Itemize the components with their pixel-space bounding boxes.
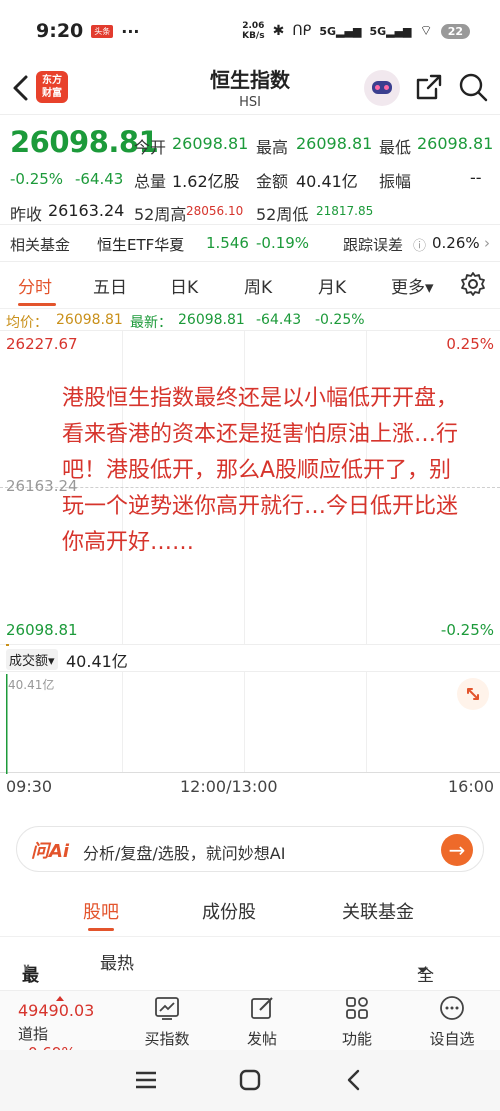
volume-chart: 40.41亿: [0, 671, 500, 774]
related-fund-bar[interactable]: 相关基金 恒生ETF华夏 1.546 -0.19% 跟踪误差 ⓘ 0.26% ›: [0, 224, 500, 262]
ai-submit-button[interactable]: →: [441, 834, 473, 866]
signal-icon: 5G▂▄▆: [319, 24, 362, 38]
latest-price-label: 最新：: [130, 315, 172, 331]
ai-prompt-text: 分析/复盘/选股，就问妙想AI: [83, 844, 286, 863]
volume-bars: [6, 674, 8, 774]
related-fund-label: 相关基金: [10, 236, 71, 254]
volume-bar: [6, 674, 8, 774]
latest-change-value: -64.43: [256, 312, 302, 328]
bluetooth-icon: ✱: [272, 23, 285, 39]
tracking-error-label: 跟踪误差: [343, 236, 404, 254]
ai-logo: 问Ai: [31, 841, 70, 862]
bottom-toolbar: 49490.03 道指 0.69% 买指数 发帖 功能 设自选: [0, 990, 500, 1062]
sort-hot[interactable]: 最热: [100, 949, 134, 974]
tab-related-funds[interactable]: 关联基金: [342, 898, 414, 924]
expand-icon[interactable]: [457, 678, 489, 710]
chart-icon: [155, 997, 179, 1020]
week52-high-value: 28056.10: [186, 204, 244, 218]
tab-daily-k[interactable]: 日K: [170, 273, 198, 298]
change-amount: -64.43: [75, 170, 124, 188]
intraday-legend: 均价： 26098.81 最新： 26098.81 -64.43 -0.25%: [0, 308, 500, 331]
fund-price: 1.546: [206, 234, 249, 252]
notification-badge: 头条: [91, 24, 114, 38]
amount-value: 40.41亿: [296, 172, 358, 191]
status-bar: 9:20 头条 ··· 2.06 KB/s ✱ ᑎᑭ 5G▂▄▆ 5G▂▄▆ ⌔…: [0, 0, 500, 62]
buy-index-button[interactable]: 买指数: [127, 995, 207, 1049]
battery-icon: 22: [440, 23, 470, 39]
change-percent: -0.25%: [10, 170, 64, 188]
tab-five-day[interactable]: 五日: [93, 273, 127, 298]
volume-value: 40.41亿: [66, 652, 128, 671]
user-annotation-text: 港股恒生指数最终还是以小幅低开开盘，看来香港的资本还是挺害怕原油上涨…行吧！港股…: [62, 386, 459, 555]
high-label: 最高: [256, 138, 289, 157]
signal-icon-2: 5G▂▄▆: [369, 24, 412, 38]
low-label: 最低: [379, 138, 412, 157]
active-tab-indicator: [18, 303, 56, 306]
tab-monthly-k[interactable]: 月K: [318, 273, 346, 298]
time-start-label: 09:30: [6, 777, 53, 796]
intraday-chart[interactable]: 26227.67 0.25% 26163.24 26098.81 -0.25% …: [0, 330, 500, 646]
fund-change: -0.19%: [256, 234, 310, 252]
volume-value: 1.62亿股: [172, 172, 240, 191]
functions-button[interactable]: 功能: [317, 995, 397, 1049]
gear-icon[interactable]: [460, 271, 486, 297]
open-value: 26098.81: [172, 134, 249, 153]
more-notifications-icon: ···: [121, 21, 140, 41]
prev-close-value: 26163.24: [48, 201, 125, 220]
earbuds-icon: ᑎᑭ: [292, 23, 312, 39]
title-bar: 东方 财富 恒生指数 HSI: [0, 62, 500, 114]
net-speed: 2.06 KB/s: [242, 21, 265, 41]
chevron-right-icon: ›: [484, 234, 490, 252]
time-end-label: 16:00: [448, 777, 495, 796]
home-icon[interactable]: [239, 1069, 261, 1091]
add-watchlist-button[interactable]: 设自选: [412, 995, 492, 1049]
search-icon[interactable]: [458, 72, 488, 102]
tab-constituents[interactable]: 成份股: [202, 898, 256, 924]
quote-panel: 26098.81 -0.25% -64.43 今开 26098.81 最高 26…: [0, 114, 500, 224]
latest-change-percent: -0.25%: [315, 312, 365, 328]
post-button[interactable]: 发帖: [222, 995, 302, 1049]
up-arrow-icon: [56, 996, 64, 1001]
community-tabs: 股吧 成份股 关联基金: [0, 888, 500, 932]
edit-icon: [251, 997, 273, 1019]
fund-name[interactable]: 恒生ETF华夏: [97, 234, 184, 255]
ai-assistant-icon[interactable]: [364, 70, 400, 106]
week52-low-value: 21817.85: [316, 204, 374, 218]
system-navigation-bar: [0, 1050, 500, 1111]
ai-search-box[interactable]: 问Ai 分析/复盘/选股，就问妙想AI →: [16, 826, 484, 872]
amplitude-value: --: [470, 168, 482, 187]
time-mid-label: 12:00/13:00: [180, 777, 278, 796]
tab-weekly-k[interactable]: 周K: [244, 273, 272, 298]
high-value: 26098.81: [296, 134, 373, 153]
tab-more[interactable]: 更多▾: [391, 273, 434, 298]
amplitude-label: 振幅: [379, 172, 412, 191]
active-subtab-indicator: [88, 928, 114, 931]
avg-price-label: 均价：: [6, 315, 48, 331]
back-nav-icon[interactable]: [344, 1069, 364, 1091]
tab-stock-forum[interactable]: 股吧: [83, 898, 119, 924]
filter-bar: 最新 ∨ 最热 ⏷ 全部: [0, 936, 500, 1011]
period-tabs: 分时 五日 日K 周K 月K 更多▾: [0, 262, 500, 308]
time-axis: 09:30 12:00/13:00 16:00: [0, 773, 500, 803]
grid-icon: [346, 997, 368, 1019]
week52-high-label: 52周高: [134, 205, 187, 224]
avg-price-value: 26098.81: [56, 312, 123, 328]
week52-low-label: 52周低: [256, 205, 309, 224]
wifi-icon: ⌔: [419, 23, 433, 39]
tracking-error-value: 0.26%: [432, 234, 480, 252]
volume-label: 总量: [134, 172, 167, 191]
more-circle-icon: [440, 996, 464, 1020]
status-time: 9:20: [36, 20, 84, 42]
latest-price-value: 26098.81: [178, 312, 245, 328]
share-icon[interactable]: [414, 72, 444, 102]
volume-selector[interactable]: 成交额▾: [6, 649, 58, 670]
tab-intraday[interactable]: 分时: [18, 273, 52, 298]
help-icon[interactable]: ⓘ: [413, 235, 426, 254]
low-value: 26098.81: [417, 134, 494, 153]
open-label: 今开: [134, 138, 167, 157]
volume-header: 成交额▾ 40.41亿: [0, 645, 500, 671]
amount-label: 金额: [256, 172, 289, 191]
prev-close-label: 昨收: [10, 205, 43, 224]
menu-icon[interactable]: [134, 1070, 158, 1090]
